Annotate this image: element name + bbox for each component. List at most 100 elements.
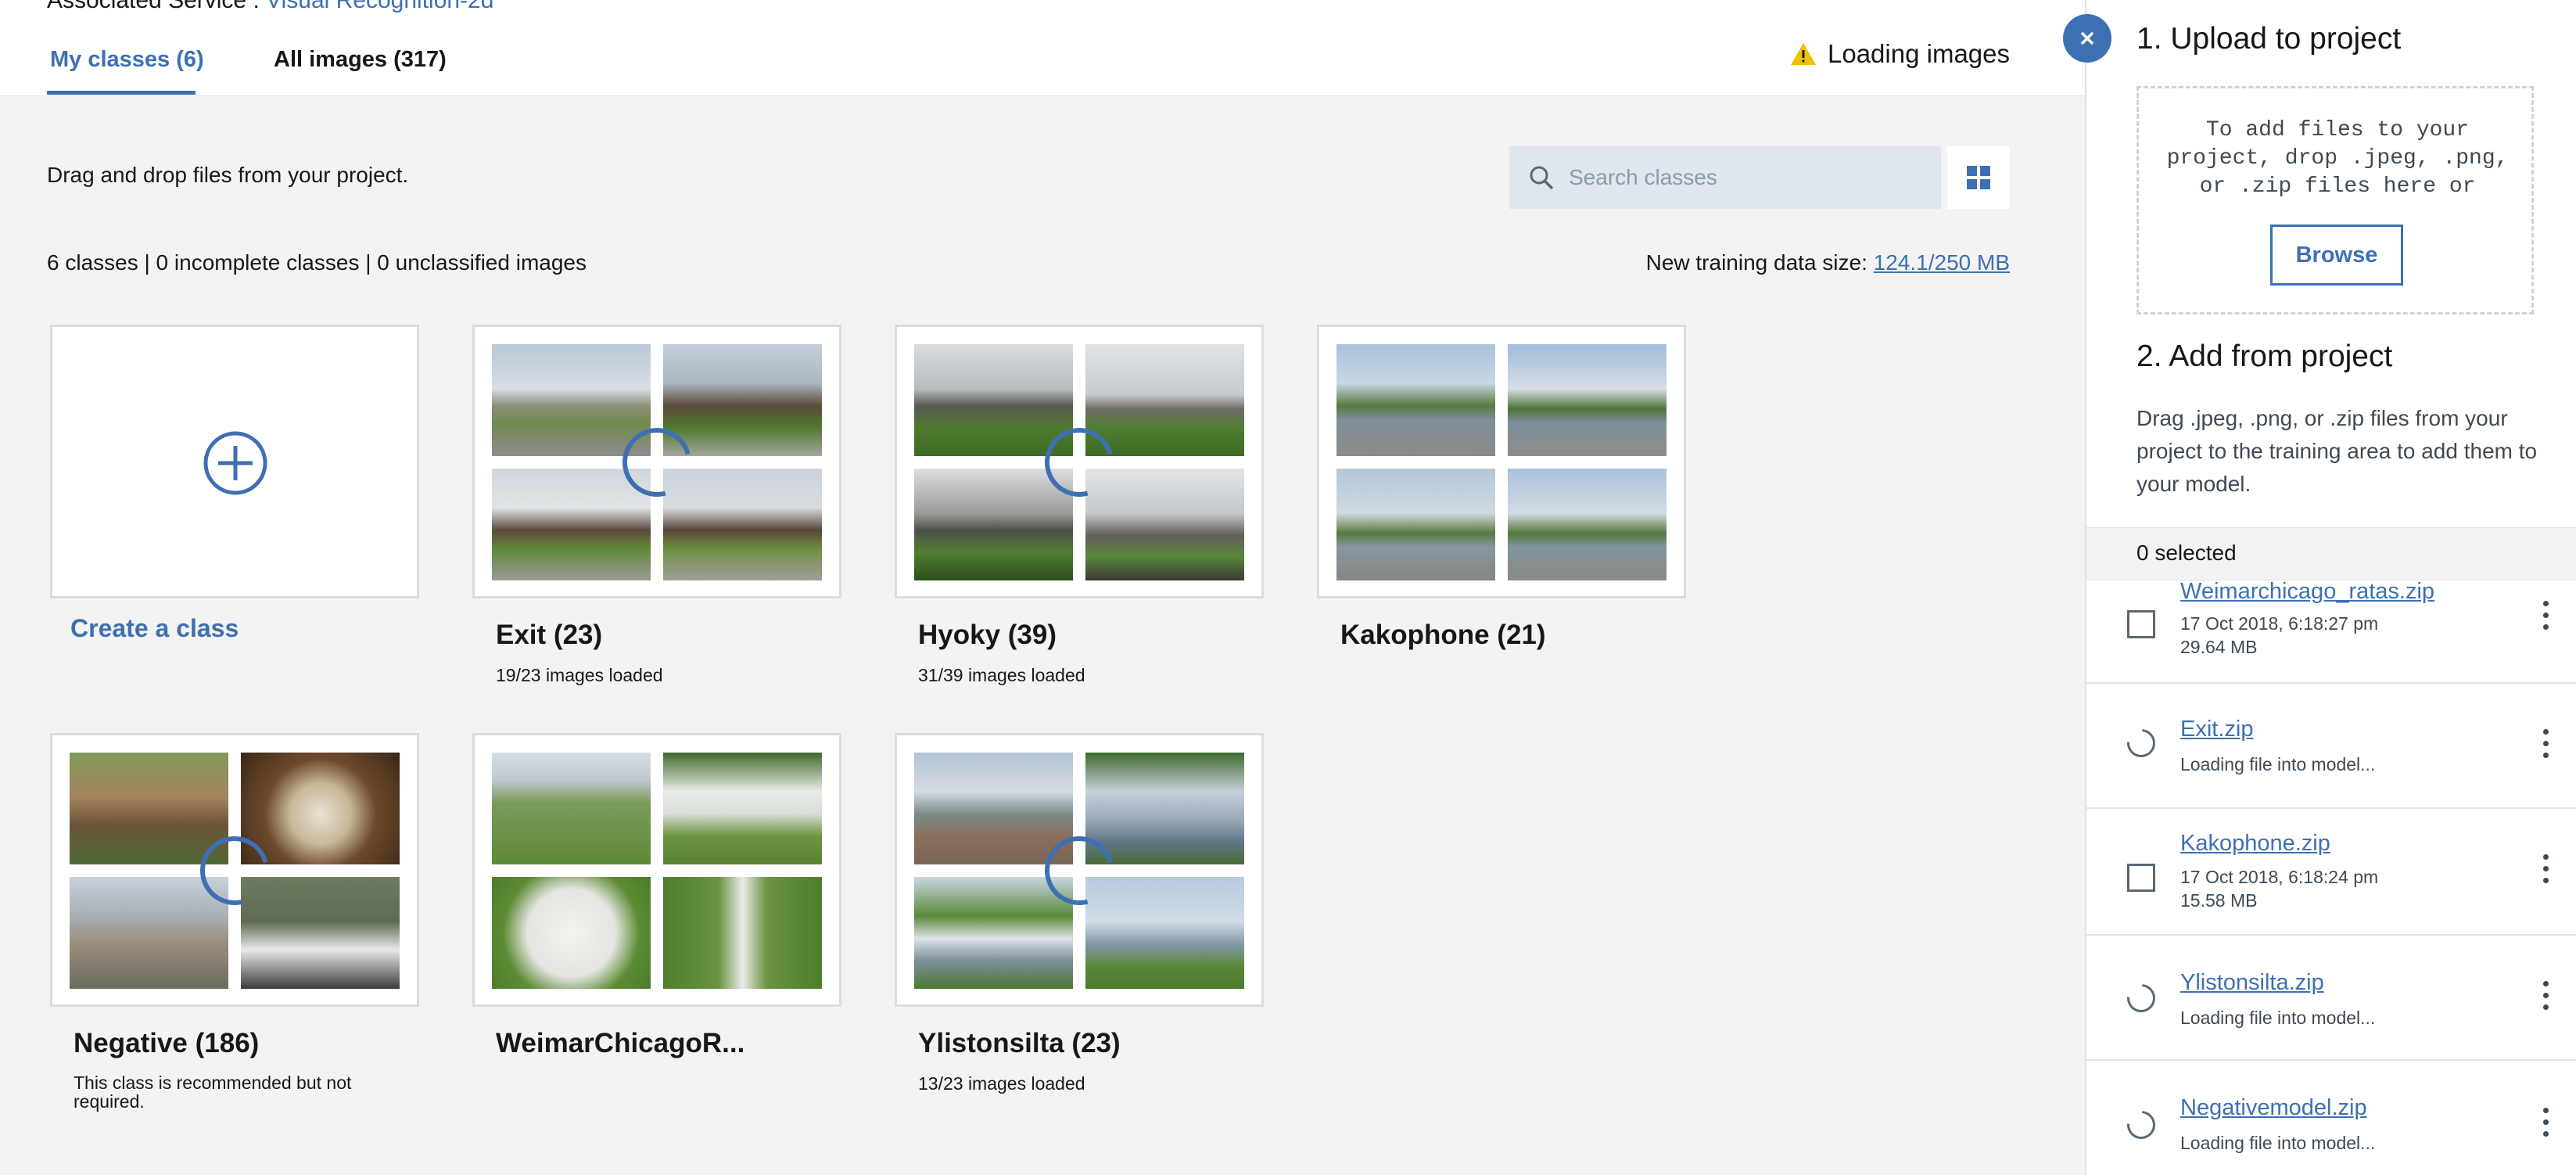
thumbnail xyxy=(492,753,651,864)
class-card-kakophone[interactable] xyxy=(1317,325,1686,598)
thumbnail xyxy=(1085,469,1244,580)
thumbnail xyxy=(1085,344,1244,456)
tab-my-classes[interactable]: My classes (6) xyxy=(50,47,204,73)
thumbnail-grid xyxy=(1336,344,1667,580)
class-subtitle: This class is recommended but not requir… xyxy=(74,1073,352,1112)
thumbnail-grid xyxy=(70,753,400,989)
class-card-exit[interactable] xyxy=(472,325,841,598)
overflow-menu-icon[interactable] xyxy=(2543,601,2551,636)
class-title[interactable]: Ylistonsilta (23) xyxy=(918,1028,1121,1059)
top-bar: Associated Service : Visual Recognition-… xyxy=(0,0,2085,96)
thumbnail xyxy=(1085,877,1244,989)
browse-button[interactable]: Browse xyxy=(2270,225,2403,286)
thumbnail xyxy=(663,344,822,456)
upload-heading: 1. Upload to project xyxy=(2137,22,2402,56)
file-date: 17 Oct 2018, 6:18:27 pm xyxy=(2180,613,2379,634)
file-name[interactable]: Weimarchicago_ratas.zip xyxy=(2180,579,2434,605)
overflow-menu-icon[interactable] xyxy=(2543,854,2551,889)
associated-service-label: Associated Service : xyxy=(47,0,267,13)
search-icon xyxy=(1530,166,1554,190)
file-name[interactable]: Negativemodel.zip xyxy=(2180,1095,2367,1121)
file-name[interactable]: Exit.zip xyxy=(2180,717,2253,742)
associated-service-link[interactable]: Visual Recognition-2d xyxy=(266,0,493,13)
thumbnail xyxy=(1336,344,1495,456)
thumbnail xyxy=(1085,753,1244,864)
loading-spinner-icon xyxy=(2121,723,2162,764)
associated-service: Associated Service : Visual Recognition-… xyxy=(47,0,493,14)
file-status: Loading file into model... xyxy=(2180,1008,2376,1028)
file-drop-zone[interactable]: To add files to your project, drop .jpeg… xyxy=(2137,86,2534,314)
file-item[interactable]: Ylistonsilta.zip Loading file into model… xyxy=(2086,936,2576,1061)
training-size-label: New training data size: xyxy=(1645,250,1874,275)
file-size: 29.64 MB xyxy=(2180,637,2258,657)
class-subtitle: 13/23 images loaded xyxy=(918,1073,1085,1094)
class-summary: 6 classes | 0 incomplete classes | 0 unc… xyxy=(47,250,587,275)
thumbnail xyxy=(1508,344,1667,456)
thumbnail-grid xyxy=(914,344,1244,580)
thumbnail xyxy=(70,753,228,864)
tab-all-images[interactable]: All images (317) xyxy=(274,47,447,73)
create-class-card[interactable] xyxy=(50,325,419,598)
thumbnail xyxy=(492,877,651,989)
create-class-link[interactable]: Create a class xyxy=(70,614,239,643)
warning-icon xyxy=(1791,43,1816,65)
grid-view-icon xyxy=(1967,166,1990,189)
loading-spinner-icon xyxy=(2121,1105,2162,1145)
selection-bar: 0 selected xyxy=(2086,527,2576,580)
file-checkbox[interactable] xyxy=(2127,864,2155,892)
class-title[interactable]: WeimarChicagoR... xyxy=(496,1028,744,1059)
overflow-menu-icon[interactable] xyxy=(2543,981,2551,1016)
selected-count: 0 selected xyxy=(2137,541,2237,565)
class-card-weimarchicago[interactable] xyxy=(472,733,841,1007)
class-title[interactable]: Negative (186) xyxy=(74,1028,259,1059)
training-size-value[interactable]: 124.1/250 MB xyxy=(1874,250,2010,275)
class-title[interactable]: Exit (23) xyxy=(496,620,602,651)
side-panel: 1. Upload to project To add files to you… xyxy=(2085,0,2576,1175)
drop-zone-text: To add files to your project, drop .jpeg… xyxy=(2166,118,2509,199)
loading-spinner-icon xyxy=(2121,978,2162,1019)
thumbnail xyxy=(663,753,822,864)
file-status: Loading file into model... xyxy=(2180,754,2376,774)
class-subtitle: 31/39 images loaded xyxy=(918,665,1085,685)
close-panel-button[interactable] xyxy=(2063,14,2111,63)
overflow-menu-icon[interactable] xyxy=(2543,1108,2551,1143)
thumbnail xyxy=(241,753,400,864)
file-name[interactable]: Ylistonsilta.zip xyxy=(2180,970,2324,996)
class-card-hyoky[interactable] xyxy=(895,325,1264,598)
loading-status: Loading images xyxy=(1790,39,2010,69)
file-item[interactable]: Weimarchicago_ratas.zip 17 Oct 2018, 6:1… xyxy=(2086,579,2576,684)
add-from-project-heading: 2. Add from project xyxy=(2137,340,2393,373)
file-date: 17 Oct 2018, 6:18:24 pm xyxy=(2180,867,2379,887)
thumbnail-grid xyxy=(492,344,822,580)
thumbnail xyxy=(1508,469,1667,580)
thumbnail xyxy=(241,877,400,989)
thumbnail xyxy=(492,344,651,456)
thumbnail-grid xyxy=(914,753,1244,989)
thumbnail xyxy=(914,877,1073,989)
thumbnail xyxy=(70,877,228,989)
active-tab-indicator xyxy=(47,91,196,95)
thumbnail xyxy=(914,469,1073,580)
class-title[interactable]: Kakophone (21) xyxy=(1340,620,1546,651)
file-name[interactable]: Kakophone.zip xyxy=(2180,831,2330,857)
file-size: 15.58 MB xyxy=(2180,890,2258,911)
file-checkbox[interactable] xyxy=(2127,610,2155,638)
add-from-project-text: Drag .jpeg, .png, or .zip files from you… xyxy=(2137,406,2538,496)
class-title[interactable]: Hyoky (39) xyxy=(918,620,1057,651)
class-card-negative[interactable] xyxy=(50,733,419,1007)
thumbnail xyxy=(1336,469,1495,580)
file-item[interactable]: Exit.zip Loading file into model... xyxy=(2086,684,2576,809)
thumbnail xyxy=(663,877,822,989)
class-card-ylistonsilta[interactable] xyxy=(895,733,1264,1007)
file-status: Loading file into model... xyxy=(2180,1133,2376,1153)
add-circle-icon xyxy=(203,431,267,495)
training-size-info: New training data size: 124.1/250 MB xyxy=(1646,250,2010,275)
grid-view-toggle[interactable] xyxy=(1947,146,2010,209)
file-item[interactable]: Negativemodel.zip Loading file into mode… xyxy=(2086,1061,2576,1175)
search-input[interactable] xyxy=(1567,164,1930,191)
thumbnail xyxy=(663,469,822,580)
file-item[interactable]: Kakophone.zip 17 Oct 2018, 6:18:24 pm 15… xyxy=(2086,809,2576,936)
overflow-menu-icon[interactable] xyxy=(2543,729,2551,764)
search-box[interactable] xyxy=(1509,146,1941,209)
main-area: Associated Service : Visual Recognition-… xyxy=(0,0,2085,1175)
